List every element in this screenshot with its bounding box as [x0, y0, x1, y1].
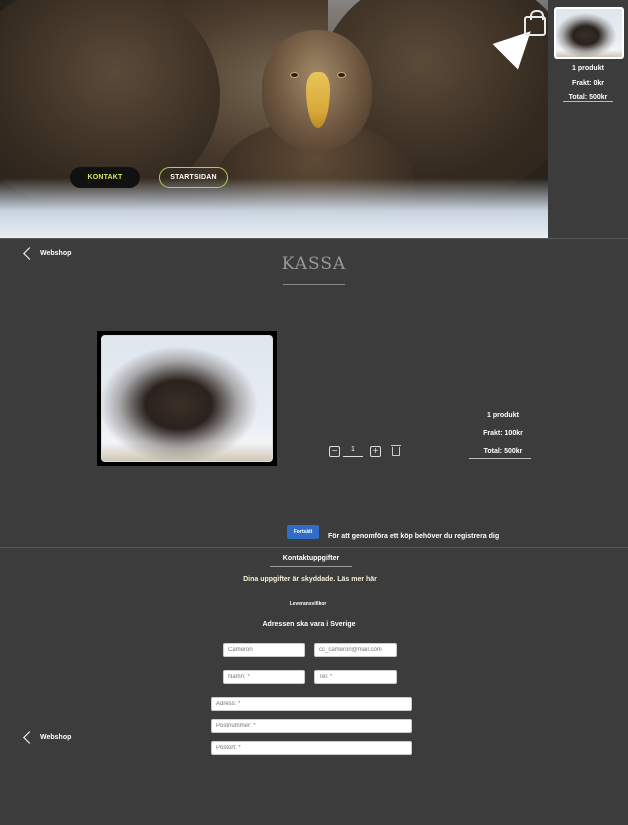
- contact-title-underline: [270, 566, 352, 567]
- side-cart-divider: [563, 101, 613, 102]
- side-cart-products: 1 produkt: [572, 65, 604, 72]
- muskox-image: [101, 335, 273, 462]
- postal-code-field[interactable]: [211, 719, 412, 733]
- back-link-webshop[interactable]: Webshop: [23, 247, 72, 260]
- back-link-label: Webshop: [40, 734, 72, 741]
- summary-total: Total: 500kr: [483, 448, 523, 455]
- quantity-value[interactable]: 1: [344, 446, 362, 453]
- privacy-note-link[interactable]: Dina uppgifter är skyddade. Läs mer här: [0, 576, 620, 583]
- trash-icon[interactable]: [391, 445, 401, 456]
- title-underline: [283, 284, 345, 285]
- decrease-quantity-button[interactable]: −: [329, 446, 340, 457]
- email-field[interactable]: [314, 643, 397, 657]
- summary-divider: [469, 458, 531, 459]
- terms-link[interactable]: Leveransvillkor: [0, 601, 616, 607]
- startsidan-button[interactable]: STARTSIDAN: [159, 167, 228, 188]
- shopping-bag-icon[interactable]: [524, 10, 546, 36]
- back-link-webshop[interactable]: Webshop: [23, 731, 72, 744]
- eagle-eye: [290, 72, 299, 78]
- address-field[interactable]: [211, 697, 412, 711]
- chevron-left-icon: [23, 731, 36, 744]
- first-name-field[interactable]: [223, 643, 305, 657]
- increase-quantity-button[interactable]: +: [370, 446, 381, 457]
- side-cart-thumbnail[interactable]: [554, 7, 624, 59]
- continue-button[interactable]: Fortsätt: [287, 525, 319, 539]
- back-link-label: Webshop: [40, 250, 72, 257]
- section-divider: [0, 547, 628, 548]
- phone-field[interactable]: [314, 670, 397, 684]
- side-cart-total: Total: 500kr: [568, 94, 608, 101]
- kontakt-button[interactable]: KONTAKT: [70, 167, 140, 188]
- city-field[interactable]: [211, 741, 412, 755]
- contact-title: Kontaktuppgifter: [282, 555, 340, 562]
- side-cart-shipping: Frakt: 0kr: [572, 80, 604, 87]
- summary-products: 1 produkt: [487, 412, 519, 419]
- hero-banner: [0, 0, 548, 238]
- page-title: KASSA: [281, 254, 347, 274]
- quantity-underline: [343, 456, 363, 457]
- summary-shipping: Frakt: 100kr: [483, 430, 523, 437]
- muskox-image: [556, 9, 622, 57]
- register-note: För att genomföra ett köp behöver du reg…: [328, 533, 500, 540]
- country-note: Adressen ska vara i Sverige: [262, 621, 356, 628]
- section-divider: [0, 238, 628, 239]
- eagle-eye: [337, 72, 346, 78]
- chevron-left-icon: [23, 247, 36, 260]
- last-name-field[interactable]: [223, 670, 305, 684]
- product-image-frame: [97, 331, 277, 466]
